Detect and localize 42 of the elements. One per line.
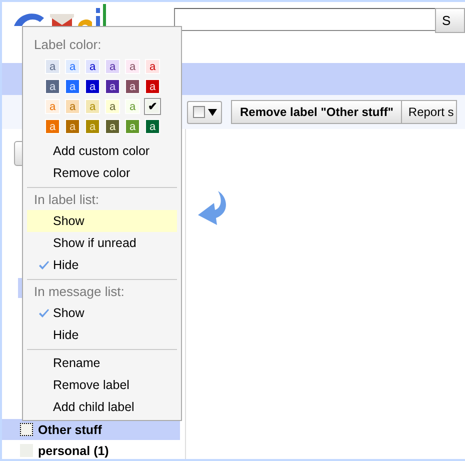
select-dropdown[interactable]	[187, 100, 222, 124]
check-icon	[39, 308, 49, 318]
color-swatch[interactable]: a	[125, 79, 140, 94]
search-button[interactable]: S	[435, 8, 465, 33]
check-icon	[39, 260, 49, 270]
color-swatch[interactable]: a	[65, 79, 80, 94]
color-swatch[interactable]: a	[145, 59, 160, 74]
color-swatch[interactable]: a	[105, 119, 120, 134]
color-swatch[interactable]: a	[105, 79, 120, 94]
label-name: Other stuff	[38, 422, 102, 436]
menu-header: Label color:	[33, 36, 102, 54]
color-swatch[interactable]: a	[145, 119, 160, 134]
menu-item[interactable]: Remove label	[27, 374, 177, 396]
color-swatch[interactable]: a	[45, 79, 60, 94]
color-swatch[interactable]: a	[125, 59, 140, 74]
color-swatch[interactable]: a	[105, 59, 120, 74]
label-item[interactable]: personal (1)	[2, 440, 180, 459]
menu-item[interactable]: Show if unread	[27, 232, 177, 254]
menu-header: In message list:	[33, 283, 126, 301]
color-swatch[interactable]: a	[45, 59, 60, 74]
menu-item[interactable]: Hide	[27, 254, 177, 276]
label-name: personal (1)	[38, 444, 109, 458]
search-field[interactable]	[174, 8, 436, 31]
label-item[interactable]: Other stuff	[2, 419, 180, 440]
color-swatch[interactable]: a	[145, 79, 160, 94]
remove-label-button[interactable]: Remove label "Other stuff"	[231, 100, 402, 124]
color-swatch[interactable]: a	[85, 79, 100, 94]
menu-item[interactable]: Add child label	[27, 396, 177, 418]
menu-header: In label list:	[33, 191, 100, 209]
menu-item[interactable]: Rename	[27, 352, 177, 374]
color-swatch[interactable]: a	[85, 59, 100, 74]
menu-item[interactable]: Hide	[27, 324, 177, 346]
menu-item[interactable]: Remove color	[27, 162, 177, 184]
color-swatch[interactable]: ✔	[145, 99, 160, 114]
color-swatch[interactable]: a	[105, 99, 120, 114]
report-spam-button[interactable]: Report s	[401, 100, 457, 124]
caret-icon	[208, 108, 217, 116]
menu-item[interactable]: Add custom color	[27, 140, 177, 162]
menu-item[interactable]: Show	[27, 302, 177, 324]
menu-item[interactable]: Show	[27, 210, 177, 232]
color-swatch[interactable]: a	[65, 59, 80, 74]
label-swatch-icon	[20, 423, 33, 436]
